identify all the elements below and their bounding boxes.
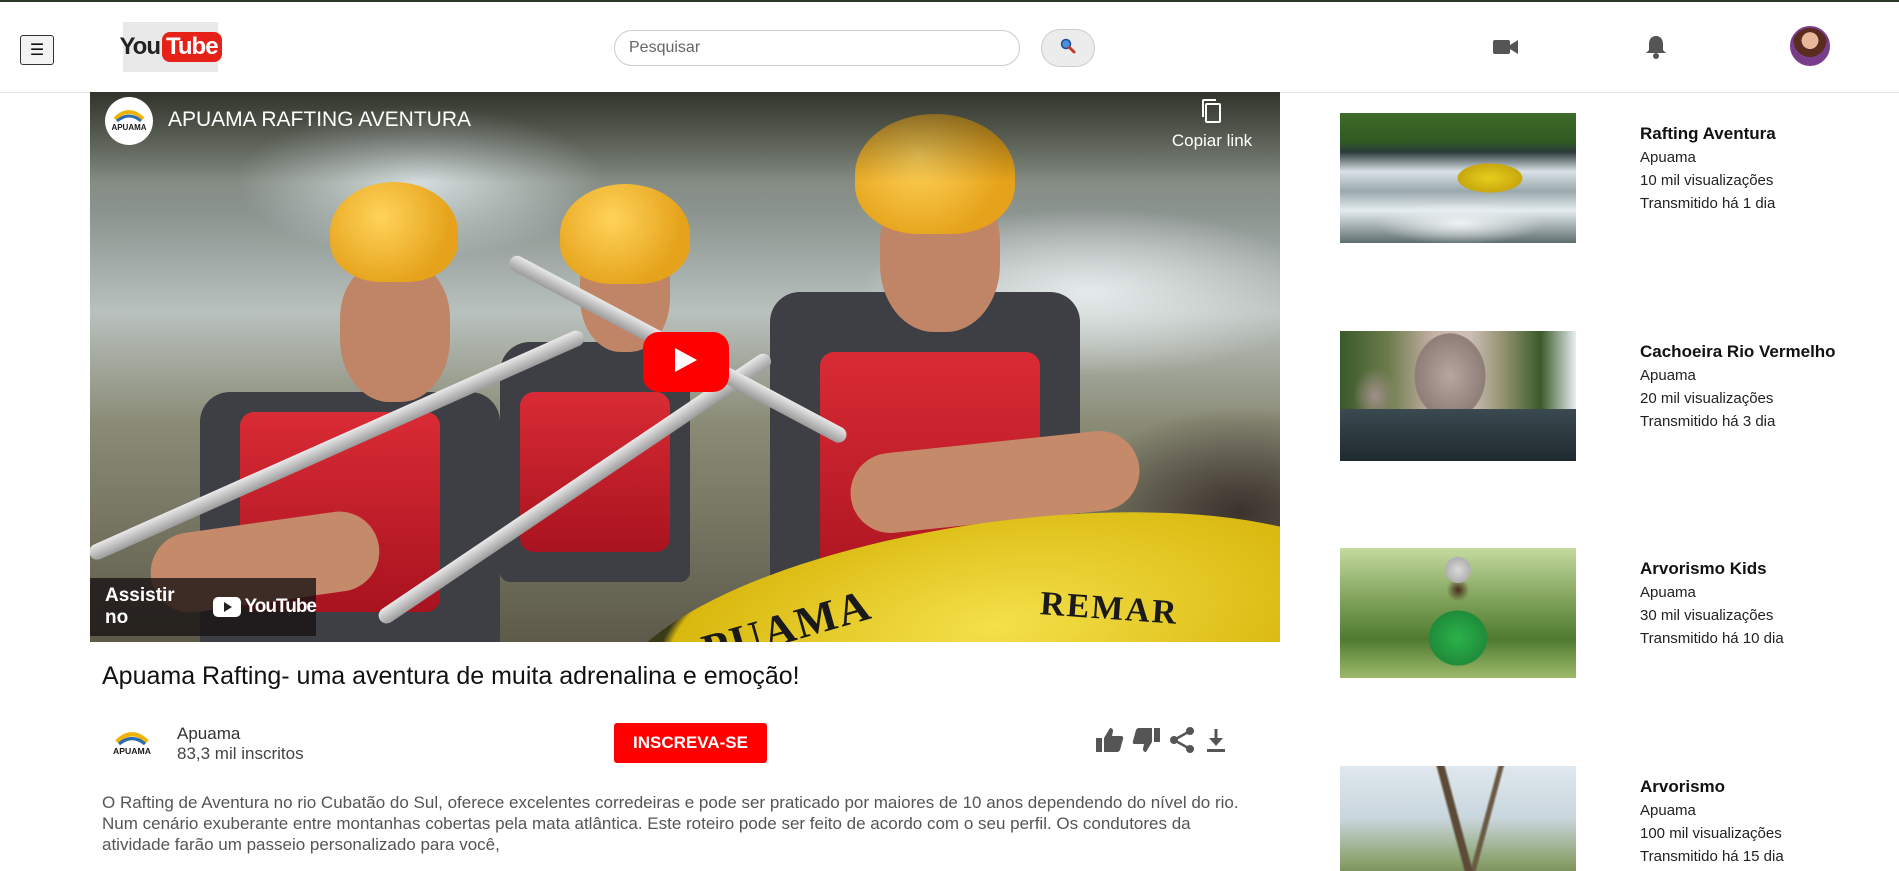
search-button[interactable] — [1041, 29, 1095, 67]
logo-you-text: You — [119, 33, 161, 60]
search-icon — [1059, 37, 1077, 60]
like-icon[interactable] — [1094, 724, 1126, 756]
share-icon[interactable] — [1166, 724, 1198, 756]
related-video-views: 20 mil visualizações — [1640, 390, 1774, 407]
related-video-channel: Apuama — [1640, 367, 1696, 384]
subscriber-count: 83,3 mil inscritos — [177, 744, 304, 763]
related-video-item[interactable]: Arvorismo Kids Apuama 30 mil visualizaçõ… — [1340, 548, 1860, 678]
player-channel-title[interactable]: APUAMA RAFTING AVENTURA — [168, 108, 471, 132]
copy-icon — [1200, 99, 1224, 128]
youtube-brand: YouTube — [212, 596, 317, 618]
related-video-age: Transmitido há 10 dia — [1640, 630, 1784, 647]
menu-button[interactable]: ☰ — [20, 35, 54, 65]
related-video-views: 100 mil visualizações — [1640, 825, 1782, 842]
youtube-play-icon — [212, 597, 241, 617]
header: ☰ You Tube — [0, 2, 1899, 93]
dislike-icon[interactable] — [1130, 724, 1162, 756]
channel-logo[interactable]: APUAMA — [105, 97, 153, 145]
youtube-brand-text: YouTube — [244, 596, 317, 617]
related-video-thumbnail[interactable] — [1340, 331, 1576, 461]
video-title: Apuama Rafting- uma aventura de muita ad… — [102, 662, 800, 690]
video-description: O Rafting de Aventura no rio Cubatão do … — [102, 793, 1239, 854]
watch-on-youtube-button[interactable]: Assistir no YouTube — [90, 578, 317, 636]
related-video-channel: Apuama — [1640, 802, 1696, 819]
related-video-title[interactable]: Arvorismo Kids — [1640, 559, 1767, 579]
copy-link-label: Copiar link — [1171, 131, 1253, 150]
related-video-item[interactable]: Arvorismo Apuama 100 mil visualizações T… — [1340, 766, 1860, 871]
related-video-item[interactable]: Rafting Aventura Apuama 10 mil visualiza… — [1340, 113, 1860, 243]
download-icon[interactable] — [1200, 724, 1232, 756]
svg-text:APUAMA: APUAMA — [113, 746, 152, 756]
logo-tube-text: Tube — [162, 32, 222, 62]
related-video-title[interactable]: Rafting Aventura — [1640, 124, 1776, 144]
related-video-views: 10 mil visualizações — [1640, 172, 1774, 189]
related-video-age: Transmitido há 15 dia — [1640, 848, 1784, 865]
related-video-thumbnail[interactable] — [1340, 113, 1576, 243]
player-top-overlay — [90, 92, 1280, 182]
related-video-thumbnail[interactable] — [1340, 766, 1576, 871]
user-avatar[interactable] — [1790, 26, 1830, 66]
related-video-thumbnail[interactable] — [1340, 548, 1576, 678]
apuama-logo-icon: APUAMA — [106, 98, 152, 144]
related-video-views: 30 mil visualizações — [1640, 607, 1774, 624]
related-video-age: Transmitido há 1 dia — [1640, 195, 1776, 212]
video-player[interactable]: PUAMA REMAR APUAMA APUAMA RAFTING AVENTU… — [90, 92, 1280, 642]
channel-name[interactable]: Apuama — [177, 724, 240, 744]
play-button[interactable] — [643, 332, 729, 392]
subscribe-button[interactable]: INSCREVA-SE — [614, 723, 767, 763]
bell-icon[interactable] — [1641, 32, 1671, 62]
related-video-channel: Apuama — [1640, 149, 1696, 166]
play-icon — [673, 346, 699, 379]
watch-on-label: Assistir no — [105, 585, 175, 628]
related-video-age: Transmitido há 3 dia — [1640, 413, 1776, 430]
svg-text:APUAMA: APUAMA — [111, 123, 146, 132]
related-video-item[interactable]: Cachoeira Rio Vermelho Apuama 20 mil vis… — [1340, 331, 1860, 461]
video-camera-icon[interactable] — [1491, 32, 1521, 62]
search-input[interactable] — [614, 30, 1020, 66]
youtube-logo[interactable]: You Tube — [119, 22, 222, 72]
copy-link-button[interactable]: Copiar link — [1168, 98, 1256, 151]
related-video-title[interactable]: Arvorismo — [1640, 777, 1725, 797]
channel-avatar[interactable]: APUAMA — [106, 718, 158, 770]
related-video-title[interactable]: Cachoeira Rio Vermelho — [1640, 342, 1836, 362]
apuama-logo-icon: APUAMA — [107, 719, 157, 769]
related-video-channel: Apuama — [1640, 584, 1696, 601]
